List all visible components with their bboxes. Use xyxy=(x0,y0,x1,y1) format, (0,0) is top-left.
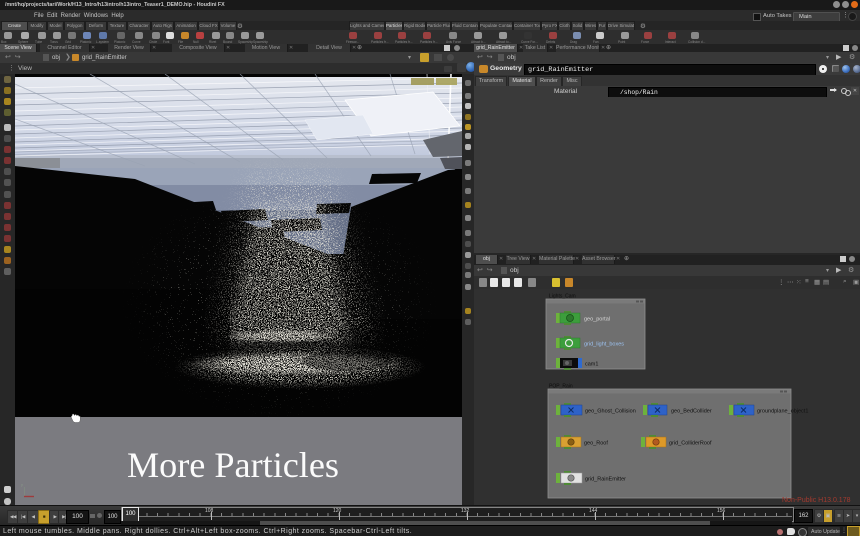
svg-text:grid_RainEmitter: grid_RainEmitter xyxy=(585,477,626,483)
svg-text:y: y xyxy=(21,482,23,487)
svg-text:geo_portal: geo_portal xyxy=(584,317,610,323)
svg-text:grid_light_boxes: grid_light_boxes xyxy=(584,342,624,348)
svg-text:geo_Roof: geo_Roof xyxy=(584,441,608,447)
svg-text:grid_ColliderRoof: grid_ColliderRoof xyxy=(669,441,712,447)
svg-text:groundplane_object1: groundplane_object1 xyxy=(757,409,808,415)
svg-text:More Particles: More Particles xyxy=(127,445,339,485)
svg-text:cam1: cam1 xyxy=(585,362,598,368)
svg-text:geo_Ghost_Collision: geo_Ghost_Collision xyxy=(585,409,636,415)
svg-text:geo_BedCollider: geo_BedCollider xyxy=(671,409,712,415)
